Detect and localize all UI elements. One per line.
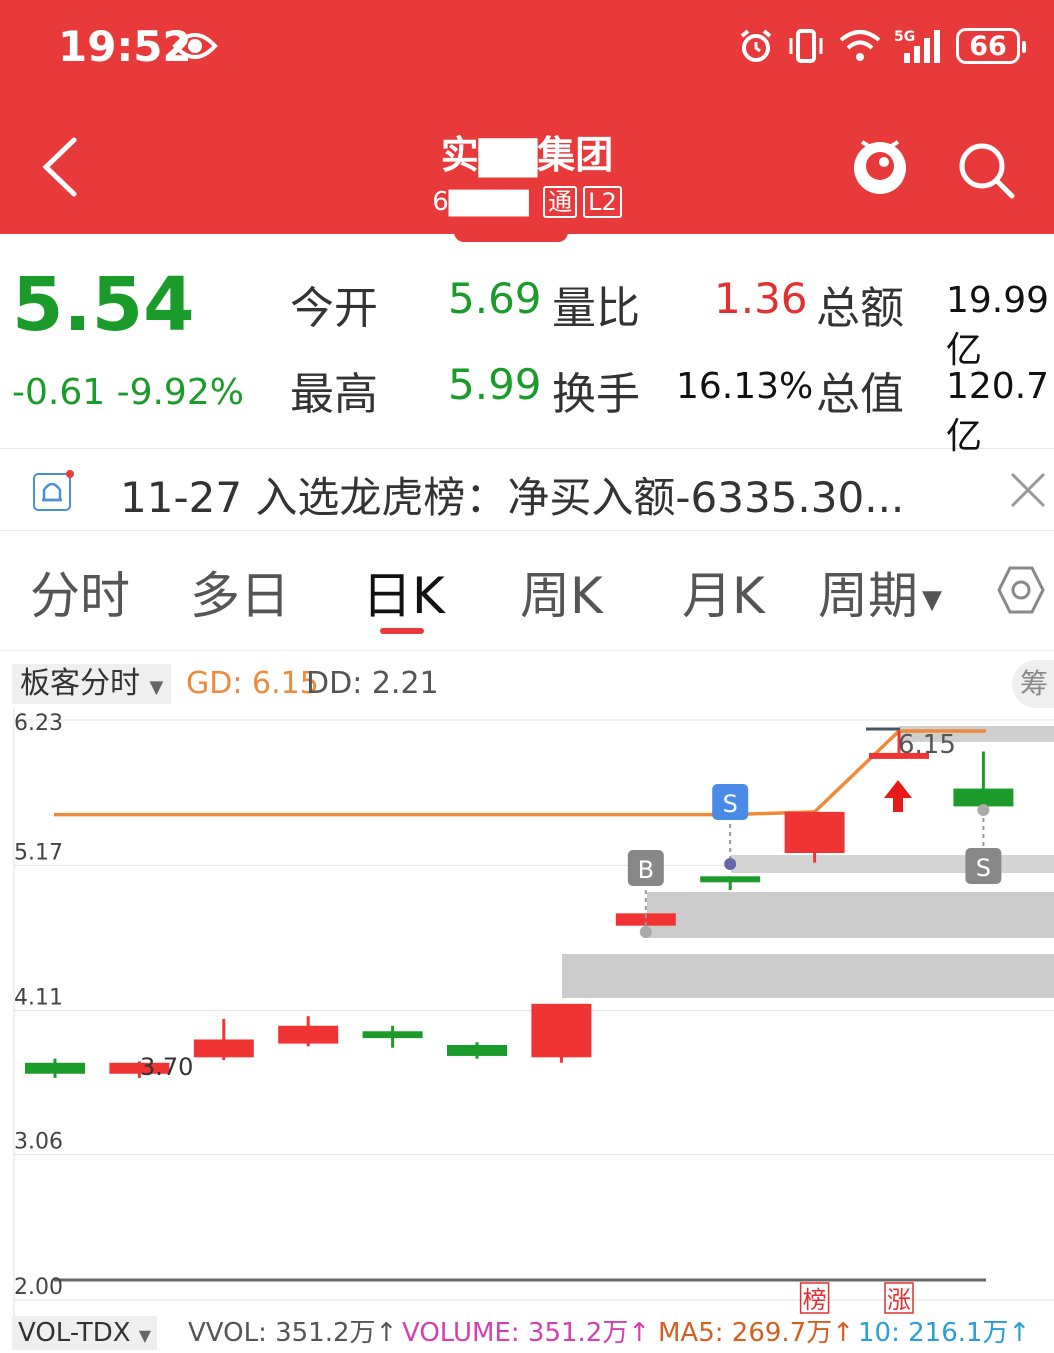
candle-body <box>447 1044 507 1056</box>
y-tick-label: 2.00 <box>14 1275 63 1300</box>
svg-text:5G: 5G <box>894 29 915 45</box>
y-tick-label: 5.17 <box>14 840 63 865</box>
gd-line <box>54 729 986 817</box>
amount-label: 总额 <box>816 283 904 334</box>
tab-period-dropdown[interactable]: 周期 ▼ <box>818 556 942 628</box>
candle-body <box>278 1025 339 1044</box>
search-icon[interactable] <box>954 138 1018 202</box>
price-change: -0.61 -9.92% <box>12 372 244 413</box>
open-value: 5.69 <box>448 274 542 323</box>
battery-indicator: 66 <box>956 28 1026 64</box>
dd-value: DD: 2.21 <box>306 666 439 701</box>
signal-5g-icon: 5G <box>894 29 940 63</box>
signal-label: S <box>976 854 991 882</box>
open-label: 今开 <box>290 283 378 334</box>
current-price: 5.54 <box>12 262 195 348</box>
mktcap-label: 总值 <box>816 369 904 420</box>
low-price-label: 3.70 <box>140 1053 193 1081</box>
vol-ratio-label: 量比 <box>552 283 640 334</box>
price-zone <box>647 892 1054 938</box>
vibrate-icon <box>789 29 823 63</box>
alarm-icon <box>740 29 772 62</box>
gd-value: GD: 6.15 <box>186 666 319 701</box>
tab-monthly-k[interactable]: 月K <box>682 556 765 628</box>
high-label: 最高 <box>290 369 378 420</box>
candle-body <box>784 811 845 854</box>
l2-badge: L2 <box>583 186 622 218</box>
indicator-select[interactable]: 板客分时 ▼ <box>12 664 172 704</box>
y-tick-label: 4.11 <box>14 986 63 1011</box>
gd-line-path <box>54 729 986 817</box>
event-marker-label: 榜 <box>803 1286 827 1314</box>
stock-code: 6▇▇▇▇ <box>432 187 529 217</box>
candlestick-chart[interactable]: 3.70 6.15 B S S 榜 涨 6.23 5.17 4.11 3.06 2.00 <box>0 708 1054 1316</box>
volume-value: VOLUME: 351.2万↑ <box>402 1318 651 1348</box>
price-zone <box>731 855 1054 873</box>
tab-weekly-k[interactable]: 周K <box>520 556 603 628</box>
high-price-label: 6.15 <box>898 730 956 760</box>
candle-body <box>25 1062 85 1074</box>
y-axis-labels: 6.23 5.17 4.11 3.06 2.00 <box>14 711 63 1300</box>
eye-icon <box>172 33 218 59</box>
tong-badge: 通 <box>543 186 578 218</box>
ma5-value: MA5: 269.7万↑ <box>658 1318 855 1348</box>
signal-dot <box>977 804 990 816</box>
mascot-icon[interactable] <box>848 130 912 202</box>
caret-down-icon: ▼ <box>149 677 164 698</box>
signal-label: B <box>638 856 654 884</box>
bell-icon <box>33 470 74 511</box>
y-tick-label: 3.06 <box>14 1130 63 1155</box>
indicator-select-label: 板客分时 <box>20 666 140 701</box>
signal-dot <box>724 858 737 870</box>
signal-label: S <box>723 790 738 818</box>
candle-body <box>362 1031 423 1039</box>
high-value: 5.99 <box>448 360 542 409</box>
event-marker-label: 涨 <box>887 1286 911 1314</box>
candle-body <box>193 1039 254 1058</box>
caret-down-icon: ▼ <box>138 1326 152 1345</box>
tab-intraday[interactable]: 分时 <box>30 556 130 628</box>
turnover-label: 换手 <box>552 369 640 420</box>
volume-indicator-select[interactable]: VOL-TDX ▼ <box>12 1316 158 1350</box>
price-zone <box>562 954 1054 998</box>
ma10-value: 10: 216.1万↑ <box>858 1318 1031 1348</box>
y-tick-label: 6.23 <box>14 711 63 736</box>
active-tab-indicator <box>380 628 424 634</box>
amount-value: 19.99亿 <box>946 280 1050 371</box>
tab-multiday[interactable]: 多日 <box>190 556 290 628</box>
volume-select-label: VOL-TDX <box>18 1318 131 1348</box>
mktcap-value: 120.7亿 <box>946 366 1050 457</box>
turnover-value: 16.13% <box>676 366 814 407</box>
candle-body <box>700 876 761 883</box>
settings-hexagon-icon[interactable] <box>996 564 1046 616</box>
signal-dot <box>639 926 652 938</box>
caret-down-icon: ▼ <box>922 584 942 615</box>
tab-period-label: 周期 <box>818 567 918 625</box>
vvol-value: VVOL: 351.2万↑ <box>188 1318 398 1348</box>
candle-body <box>953 788 1014 807</box>
up-arrow-icon <box>884 780 912 812</box>
close-icon[interactable] <box>1006 468 1050 512</box>
wifi-icon <box>839 30 881 61</box>
notice-text[interactable]: 11-27 入选龙虎榜：净买入额-6335.30... <box>120 464 904 525</box>
tab-daily-k[interactable]: 日K <box>362 556 445 628</box>
vol-ratio-value: 1.36 <box>714 274 808 323</box>
chip-distribution-button[interactable]: 筹 <box>1012 660 1054 708</box>
status-icons: 5G 66 <box>738 24 1026 68</box>
candle-body <box>531 1003 592 1058</box>
